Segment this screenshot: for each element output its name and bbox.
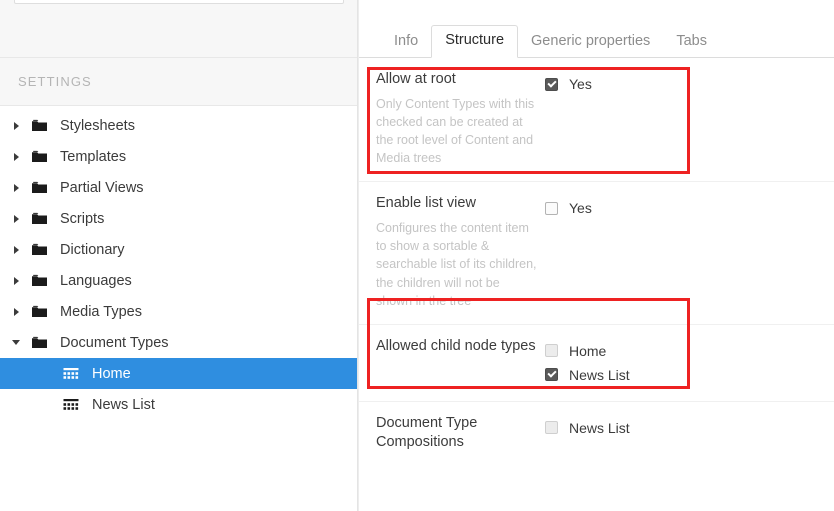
chevron-right-icon[interactable]: [8, 214, 24, 223]
checkbox-label: Yes: [569, 76, 592, 92]
checkbox-label: News List: [569, 419, 630, 436]
checkbox-option-yes[interactable]: Yes: [545, 196, 834, 220]
property-description: Configures the content item to show a so…: [376, 221, 537, 308]
doctype-grid-icon: [56, 367, 86, 381]
property-description: Only Content Types with this checked can…: [376, 96, 535, 166]
property-title: Enable list view: [376, 195, 476, 212]
doctype-grid-icon: [56, 398, 86, 412]
property-label-block: Document Type Compositions: [359, 414, 545, 452]
chevron-right-icon[interactable]: [8, 307, 24, 316]
checkbox-label: News List: [569, 366, 630, 383]
folder-icon: [24, 336, 54, 350]
sidebar-item-label: Partial Views: [60, 179, 144, 196]
sidebar-item-news-list[interactable]: News List: [0, 389, 357, 420]
app-root: SETTINGS Stylesheets Templates Partial Vie…: [0, 0, 834, 511]
checkbox-unchecked-icon[interactable]: [545, 201, 558, 215]
sidebar-item-dictionary[interactable]: Dictionary: [0, 234, 357, 265]
folder-icon: [24, 305, 54, 319]
chevron-right-icon[interactable]: [8, 276, 24, 285]
property-options: Yes: [545, 70, 834, 167]
checkbox-unchecked-icon[interactable]: [545, 344, 558, 358]
chevron-right-icon[interactable]: [8, 152, 24, 161]
sidebar-item-label: Document Types: [60, 334, 169, 351]
sidebar-item-label: Dictionary: [60, 241, 125, 258]
sidebar-item-partial-views[interactable]: Partial Views: [0, 172, 357, 203]
settings-tree: Stylesheets Templates Partial Views Scripts…: [0, 106, 357, 420]
property-title: Document Type Compositions: [376, 414, 478, 450]
property-label-block: Enable list view Configures the content i…: [359, 194, 545, 309]
property-label-block: Allowed child node types: [359, 337, 545, 387]
checkbox-option-news-list[interactable]: News List: [545, 363, 834, 387]
folder-icon: [24, 274, 54, 288]
checkbox-option-news-list[interactable]: News List: [545, 416, 834, 440]
folder-icon: [24, 150, 54, 164]
settings-sidebar: SETTINGS Stylesheets Templates Partial Vie…: [0, 0, 358, 511]
checkbox-unchecked-icon[interactable]: [545, 421, 558, 435]
sidebar-item-label: Languages: [60, 272, 132, 289]
structure-form: Allow at root Only Content Types with thi…: [359, 58, 834, 466]
sidebar-item-label: News List: [92, 396, 155, 413]
content-pane: Info Structure Generic properties Tabs Allo…: [358, 0, 834, 511]
checkbox-label: Yes: [569, 200, 592, 217]
property-options: Home News List: [545, 337, 834, 387]
sidebar-topbar: [0, 0, 357, 58]
tab-info[interactable]: Info: [381, 27, 431, 58]
checkbox-label: Home: [569, 342, 607, 359]
sidebar-item-media-types[interactable]: Media Types: [0, 296, 357, 327]
folder-icon: [24, 181, 54, 195]
search-input[interactable]: [14, 0, 344, 4]
chevron-right-icon[interactable]: [8, 121, 24, 130]
sidebar-item-languages[interactable]: Languages: [0, 265, 357, 296]
chevron-down-icon[interactable]: [8, 340, 24, 345]
tab-generic-properties[interactable]: Generic properties: [518, 27, 663, 58]
sidebar-item-stylesheets[interactable]: Stylesheets: [0, 110, 357, 141]
checkbox-checked-icon[interactable]: [545, 77, 558, 91]
property-row-allowed-child-node-types: Allowed child node types Home News List: [359, 325, 834, 402]
chevron-right-icon[interactable]: [8, 183, 24, 192]
folder-icon: [24, 212, 54, 226]
folder-icon: [24, 243, 54, 257]
property-row-enable-list-view: Enable list view Configures the content i…: [359, 182, 834, 325]
tab-structure[interactable]: Structure: [431, 25, 519, 58]
chevron-right-icon[interactable]: [8, 245, 24, 254]
property-options: News List: [545, 414, 834, 452]
sidebar-item-home[interactable]: Home: [0, 358, 357, 389]
sidebar-item-document-types[interactable]: Document Types: [0, 327, 357, 358]
sidebar-item-scripts[interactable]: Scripts: [0, 203, 357, 234]
sidebar-item-label: Home: [92, 365, 131, 382]
property-row-document-type-compositions: Document Type Compositions News List: [359, 402, 834, 466]
sidebar-section-header: SETTINGS: [0, 58, 357, 106]
checkbox-checked-icon[interactable]: [545, 368, 558, 382]
tab-tabs[interactable]: Tabs: [663, 27, 720, 58]
property-label-block: Allow at root Only Content Types with thi…: [359, 70, 545, 167]
sidebar-item-label: Stylesheets: [60, 117, 135, 134]
sidebar-item-templates[interactable]: Templates: [0, 141, 357, 172]
checkbox-option-yes[interactable]: Yes: [545, 72, 834, 96]
tab-bar: Info Structure Generic properties Tabs: [359, 0, 834, 58]
property-options: Yes: [545, 194, 834, 309]
sidebar-item-label: Scripts: [60, 210, 105, 227]
sidebar-item-label: Templates: [60, 148, 127, 165]
checkbox-option-home[interactable]: Home: [545, 339, 834, 363]
property-title: Allowed child node types: [376, 337, 536, 354]
folder-icon: [24, 119, 54, 133]
sidebar-item-label: Media Types: [60, 303, 142, 320]
property-row-allow-at-root: Allow at root Only Content Types with thi…: [359, 58, 834, 183]
property-title: Allow at root: [376, 71, 456, 87]
sidebar-section-title: SETTINGS: [18, 74, 92, 89]
